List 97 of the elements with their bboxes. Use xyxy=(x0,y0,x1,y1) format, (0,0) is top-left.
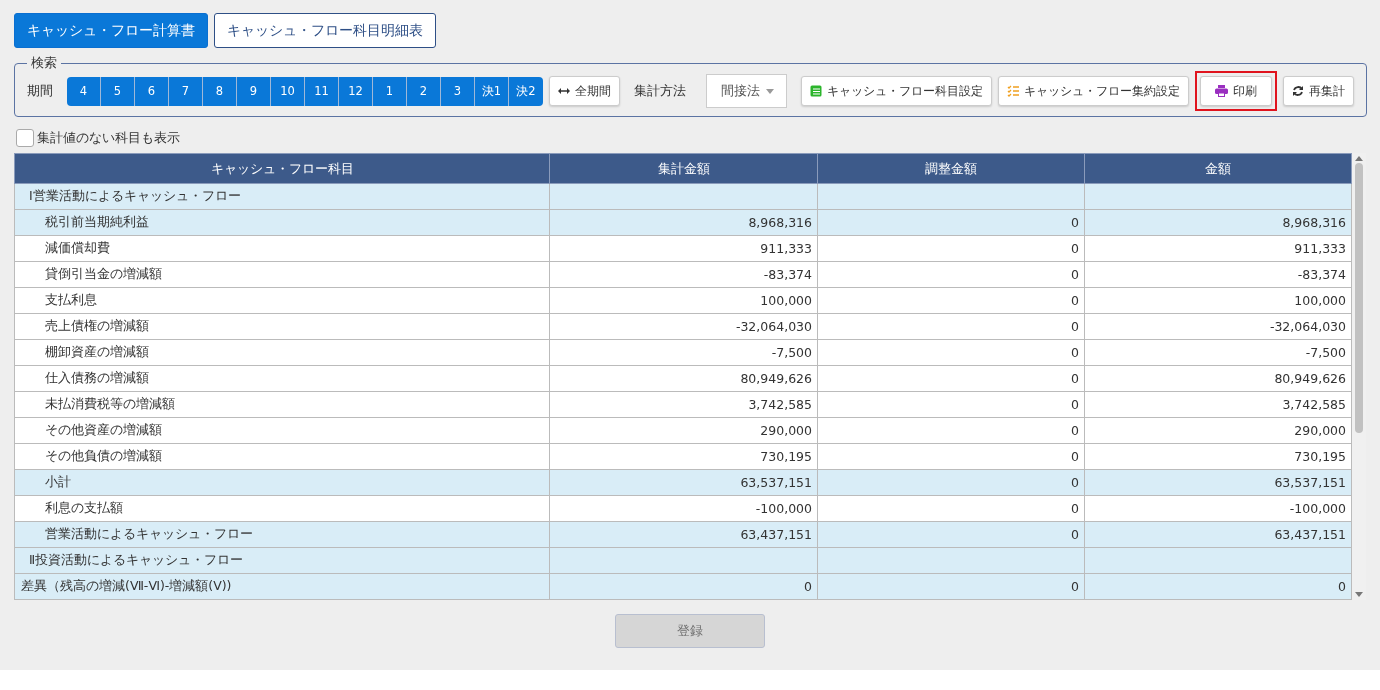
period-button[interactable]: 12 xyxy=(339,76,373,106)
table-cell: 63,537,151 xyxy=(1084,469,1352,496)
period-button[interactable]: 1 xyxy=(373,76,407,106)
table-cell: -32,064,030 xyxy=(549,313,818,340)
table-cell: 8,968,316 xyxy=(549,209,818,236)
period-button[interactable]: 2 xyxy=(407,76,441,106)
table-cell: 利息の支払額 xyxy=(14,495,550,522)
printer-icon xyxy=(1215,85,1228,97)
table-cell: 290,000 xyxy=(1084,417,1352,444)
action-button[interactable]: キャッシュ・フロー集約設定 xyxy=(998,76,1189,106)
table-cell: 仕入債務の増減額 xyxy=(14,365,550,392)
table-cell: 63,537,151 xyxy=(549,469,818,496)
method-select[interactable]: 間接法 xyxy=(706,74,787,108)
table-cell: 0 xyxy=(549,573,818,600)
table-cell: 63,437,151 xyxy=(549,521,818,548)
table-cell: 0 xyxy=(817,573,1085,600)
search-legend: 検索 xyxy=(27,54,61,72)
period-button[interactable]: 決1 xyxy=(475,76,509,106)
action-button[interactable]: 再集計 xyxy=(1283,76,1354,106)
table-cell: 911,333 xyxy=(1084,235,1352,262)
period-button[interactable]: 6 xyxy=(135,76,169,106)
table-cell: その他資産の増減額 xyxy=(14,417,550,444)
table-cell: -83,374 xyxy=(549,261,818,288)
period-button[interactable]: 3 xyxy=(441,76,475,106)
table-cell: -100,000 xyxy=(1084,495,1352,522)
method-label: 集計方法 xyxy=(634,82,686,100)
period-button[interactable]: 8 xyxy=(203,76,237,106)
checkbox-label: 集計値のない科目も表示 xyxy=(37,129,180,147)
column-header: 集計金額 xyxy=(549,153,818,184)
period-button[interactable]: 9 xyxy=(237,76,271,106)
table-cell: 減価償却費 xyxy=(14,235,550,262)
table-cell: 売上債権の増減額 xyxy=(14,313,550,340)
table-cell: 0 xyxy=(817,339,1085,366)
period-button[interactable]: 10 xyxy=(271,76,305,106)
table-cell: その他負債の増減額 xyxy=(14,443,550,470)
table-cell: -7,500 xyxy=(1084,339,1352,366)
table-cell: 3,742,585 xyxy=(549,391,818,418)
period-button[interactable]: 5 xyxy=(101,76,135,106)
table-cell: 8,968,316 xyxy=(1084,209,1352,236)
column-header: キャッシュ・フロー科目 xyxy=(14,153,550,184)
scroll-down-icon[interactable] xyxy=(1355,592,1363,597)
table-cell: 730,195 xyxy=(1084,443,1352,470)
table-cell: 差異（残高の増減(Ⅶ-Ⅵ)-増減額(Ⅴ)) xyxy=(14,573,550,600)
list-icon xyxy=(1007,85,1019,97)
table-cell: 100,000 xyxy=(1084,287,1352,314)
table-cell: 0 xyxy=(817,495,1085,522)
table-cell: 100,000 xyxy=(549,287,818,314)
table-cell: 0 xyxy=(817,235,1085,262)
table-icon xyxy=(810,85,822,97)
table-cell: 0 xyxy=(817,261,1085,288)
table-cell: 小計 xyxy=(14,469,550,496)
table-cell: 0 xyxy=(817,521,1085,548)
action-button[interactable]: キャッシュ・フロー科目設定 xyxy=(801,76,992,106)
table-cell: 290,000 xyxy=(549,417,818,444)
table-cell: 0 xyxy=(817,469,1085,496)
checkbox[interactable] xyxy=(16,129,34,147)
refresh-icon xyxy=(1292,85,1304,97)
table-cell: Ⅱ投資活動によるキャッシュ・フロー xyxy=(14,547,550,574)
table-cell: 730,195 xyxy=(549,443,818,470)
table-cell: 税引前当期純利益 xyxy=(14,209,550,236)
table-cell: 0 xyxy=(1084,573,1352,600)
action-button[interactable]: 印刷 xyxy=(1200,76,1272,106)
double-arrow-icon xyxy=(558,87,570,95)
table-cell: 3,742,585 xyxy=(1084,391,1352,418)
report-tab[interactable]: キャッシュ・フロー科目明細表 xyxy=(214,13,436,48)
table-cell: 棚卸資産の増減額 xyxy=(14,339,550,366)
table-cell: 0 xyxy=(817,313,1085,340)
table-cell: 0 xyxy=(817,287,1085,314)
all-period-button[interactable]: 全期間 xyxy=(549,76,620,106)
caret-icon xyxy=(766,88,774,94)
table-cell: 0 xyxy=(817,391,1085,418)
period-button[interactable]: 11 xyxy=(305,76,339,106)
column-header: 金額 xyxy=(1084,153,1352,184)
column-header: 調整金額 xyxy=(817,153,1085,184)
table-cell: 未払消費税等の増減額 xyxy=(14,391,550,418)
table-cell: 0 xyxy=(817,365,1085,392)
scroll-up-icon[interactable] xyxy=(1355,156,1363,161)
table-cell: 0 xyxy=(817,209,1085,236)
period-label: 期間 xyxy=(27,82,53,100)
period-button[interactable]: 4 xyxy=(67,76,101,106)
period-button[interactable]: 7 xyxy=(169,76,203,106)
table-cell: -83,374 xyxy=(1084,261,1352,288)
table-cell: 営業活動によるキャッシュ・フロー xyxy=(14,521,550,548)
period-button[interactable]: 決2 xyxy=(509,76,543,106)
table-cell: 0 xyxy=(817,417,1085,444)
table-cell: 80,949,626 xyxy=(549,365,818,392)
table-cell: 911,333 xyxy=(549,235,818,262)
table-cell: 支払利息 xyxy=(14,287,550,314)
report-tab[interactable]: キャッシュ・フロー計算書 xyxy=(14,13,208,48)
table-cell: 80,949,626 xyxy=(1084,365,1352,392)
table-cell: -32,064,030 xyxy=(1084,313,1352,340)
table-cell: -100,000 xyxy=(549,495,818,522)
table-cell: 貸倒引当金の増減額 xyxy=(14,261,550,288)
table-cell: Ⅰ営業活動によるキャッシュ・フロー xyxy=(14,183,550,210)
table-cell: -7,500 xyxy=(549,339,818,366)
table-cell: 63,437,151 xyxy=(1084,521,1352,548)
table-cell: 0 xyxy=(817,443,1085,470)
